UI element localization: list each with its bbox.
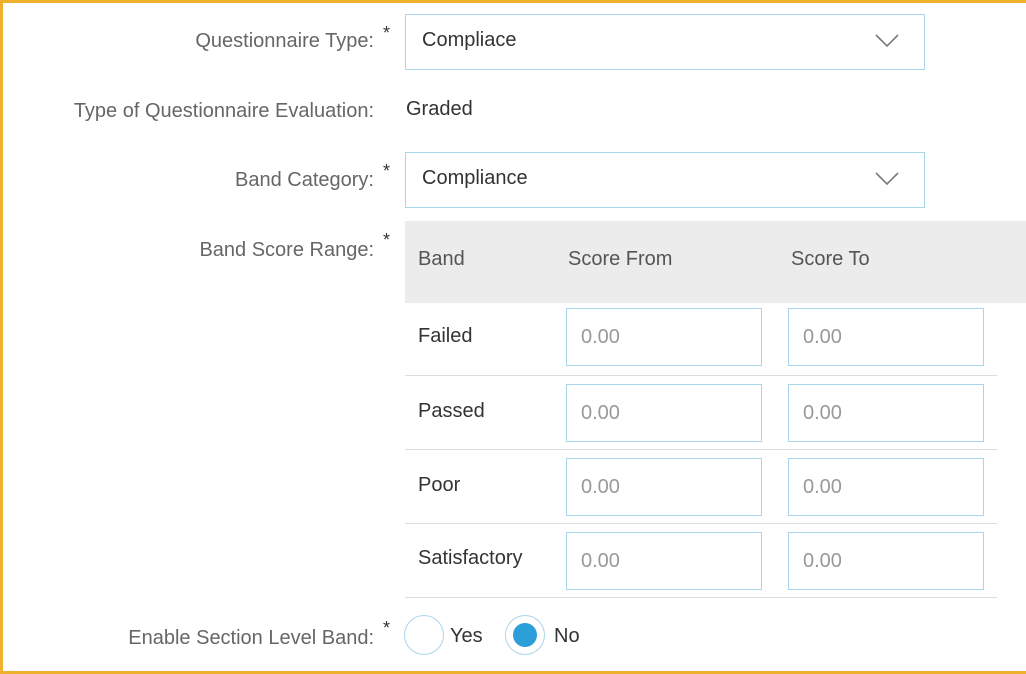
section-band-yes-radio[interactable] — [404, 615, 444, 655]
band-category-value: Compliance — [422, 167, 528, 189]
band-table-header: Band Score From Score To — [405, 221, 1026, 303]
section-level-band-label: Enable Section Level Band: — [128, 627, 374, 649]
score-from-input-poor[interactable] — [566, 458, 762, 516]
score-from-input-passed[interactable] — [566, 384, 762, 442]
questionnaire-type-label: Questionnaire Type: — [195, 30, 374, 52]
section-band-yes-label[interactable]: Yes — [450, 625, 483, 648]
section-band-no-radio[interactable] — [505, 615, 545, 655]
form-panel: Questionnaire Type: * Compliace Type of … — [0, 0, 1026, 674]
band-name-satisfactory: Satisfactory — [418, 547, 523, 569]
band-name-failed: Failed — [418, 325, 473, 347]
row-divider — [405, 523, 997, 524]
score-to-input-poor[interactable] — [788, 458, 984, 516]
evaluation-type-value: Graded — [406, 98, 473, 120]
required-marker: * — [383, 618, 391, 638]
band-score-range-label: Band Score Range: — [199, 239, 374, 261]
evaluation-type-label: Type of Questionnaire Evaluation: — [73, 100, 374, 122]
row-divider — [405, 375, 997, 376]
score-to-input-satisfactory[interactable] — [788, 532, 984, 590]
score-to-input-passed[interactable] — [788, 384, 984, 442]
chevron-down-icon — [875, 172, 899, 186]
column-header-score-to: Score To — [791, 248, 870, 270]
questionnaire-type-select[interactable]: Compliace — [405, 14, 925, 70]
score-from-input-failed[interactable] — [566, 308, 762, 366]
chevron-down-icon — [875, 34, 899, 48]
column-header-score-from: Score From — [568, 248, 673, 270]
column-header-band: Band — [418, 248, 465, 270]
band-name-poor: Poor — [418, 474, 461, 496]
required-marker: * — [383, 23, 391, 43]
required-marker: * — [383, 161, 391, 181]
required-marker: * — [383, 230, 391, 250]
questionnaire-type-value: Compliace — [422, 29, 517, 51]
row-divider — [405, 449, 997, 450]
score-to-input-failed[interactable] — [788, 308, 984, 366]
band-category-label: Band Category: — [235, 169, 374, 191]
band-category-select[interactable]: Compliance — [405, 152, 925, 208]
score-from-input-satisfactory[interactable] — [566, 532, 762, 590]
section-band-no-label[interactable]: No — [554, 625, 580, 648]
band-name-passed: Passed — [418, 400, 485, 422]
row-divider — [405, 597, 997, 598]
